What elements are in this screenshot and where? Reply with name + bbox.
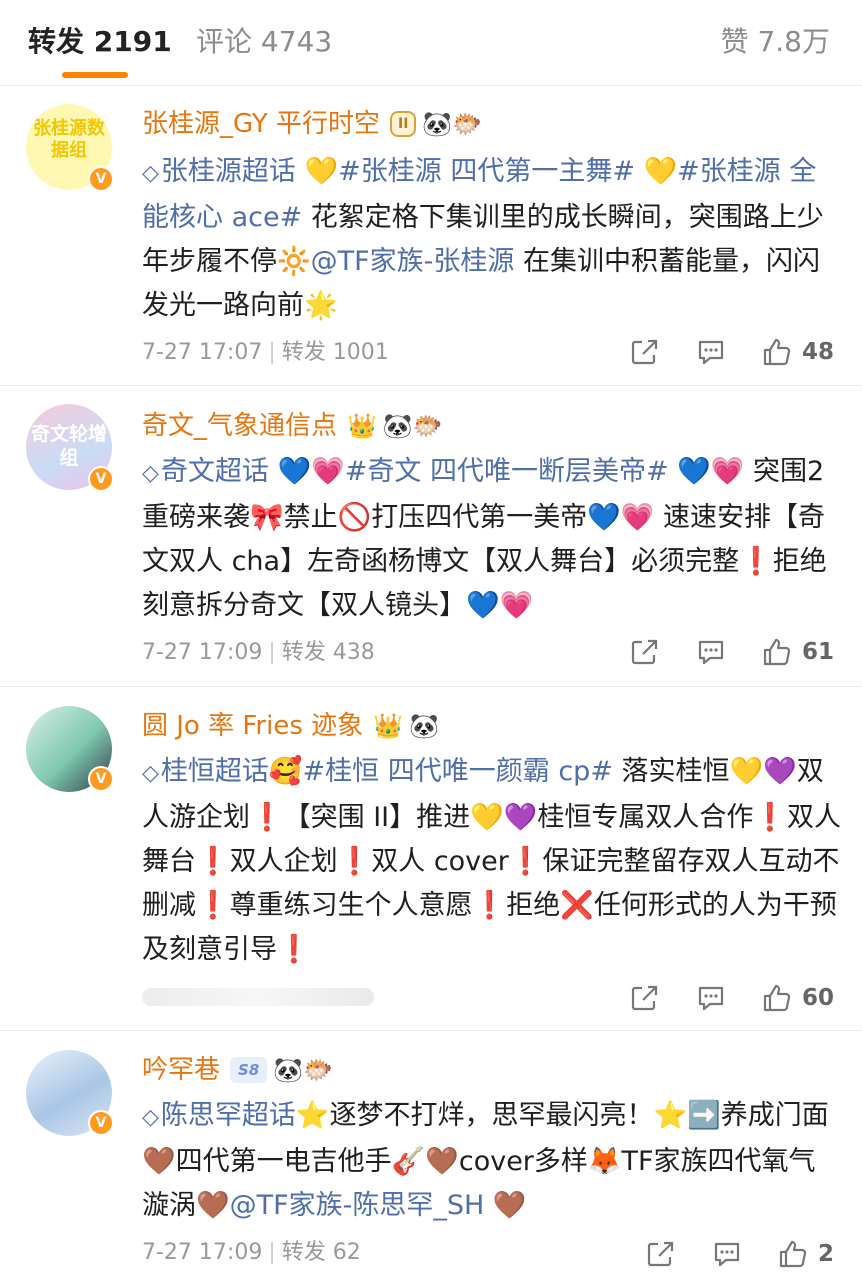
blurred-meta <box>142 988 374 1006</box>
like-button[interactable]: 48 <box>762 337 834 367</box>
active-tab-indicator <box>62 72 128 78</box>
comment-button[interactable] <box>696 638 726 666</box>
username-link[interactable]: 奇文_气象通信点 👑 🐼🐡 <box>142 408 443 444</box>
post-time: 7-27 17:09 <box>142 1240 263 1265</box>
post-actions: 61 <box>594 632 834 672</box>
post-text: 🥰 <box>268 756 303 787</box>
post-meta: 7-27 17:09 | 转发 62 <box>142 1240 361 1265</box>
share-icon <box>631 639 658 665</box>
post-time: 7-27 17:07 <box>142 340 263 365</box>
repost-count: 转发 438 <box>281 640 375 665</box>
username: 奇文_气象通信点 <box>142 411 338 441</box>
like-count: 48 <box>801 339 834 365</box>
share-button[interactable] <box>630 338 660 366</box>
supertopic-icon: ◇ <box>142 461 159 486</box>
repost-count: 转发 62 <box>281 1240 361 1265</box>
supertopic-link[interactable]: 奇文超话 <box>161 456 269 487</box>
repost-count: 转发 1001 <box>281 340 389 365</box>
post-meta: 7-27 17:07 | 转发 1001 <box>142 340 389 365</box>
tab-repost[interactable]: 转发 2191 <box>28 22 172 62</box>
like-count: 61 <box>801 639 834 665</box>
supertopic-link[interactable]: 张桂源超话 <box>161 156 296 187</box>
post-text: 落实桂恒💛💜双人游企划❗【突围 II】推进💛💜桂恒专属双人合作❗双人舞台❗双人企… <box>142 756 841 965</box>
share-button[interactable] <box>630 984 660 1012</box>
post-text: 💛 <box>295 156 339 187</box>
share-icon <box>631 985 658 1011</box>
like-count: 2 <box>817 1241 834 1267</box>
verified-icon: V <box>88 1110 114 1136</box>
level-badge-icon: S8 <box>230 1057 268 1083</box>
like-button[interactable]: 61 <box>762 637 834 667</box>
verified-icon: V <box>88 766 114 792</box>
post-text: 💛 <box>634 156 678 187</box>
post-content: ◇桂恒超话🥰#桂恒 四代唯一颜霸 cp# 落实桂恒💛💜双人游企划❗【突围 II】… <box>142 750 842 972</box>
mention-link[interactable]: @TF家族-陈思罕_SH <box>230 1190 485 1221</box>
verified-icon: V <box>88 466 114 492</box>
post-content: ◇陈思罕超话⭐逐梦不打烊，思罕最闪亮！⭐➡️养成门面🤎四代第一电吉他手🎸🤎cov… <box>142 1094 842 1228</box>
share-icon <box>631 339 658 365</box>
thumbs-up-icon <box>763 338 791 366</box>
like-button[interactable]: 60 <box>762 983 834 1013</box>
comment-button[interactable] <box>696 984 726 1012</box>
username-link[interactable]: 张桂源_GY 平行时空 II 🐼🐡 <box>142 106 482 142</box>
hashtag-link[interactable]: #桂恒 四代唯一颜霸 cp# <box>303 756 613 787</box>
fan-badge-icons: 🐼🐡 <box>382 412 443 440</box>
supertopic-link[interactable]: 陈思罕超话 <box>161 1100 296 1131</box>
post-text: 🤎 <box>484 1190 527 1221</box>
thumbs-up-icon <box>763 984 791 1012</box>
hashtag-link[interactable]: #张桂源 四代第一主舞# <box>338 156 635 187</box>
fan-badge-icons: 🐼🐡 <box>422 110 483 138</box>
comment-icon <box>698 986 724 1011</box>
comment-icon <box>698 640 724 665</box>
comment-icon <box>698 340 724 365</box>
share-icon <box>647 1241 674 1267</box>
post-text: 💙💗 <box>268 456 345 487</box>
like-count: 60 <box>801 985 834 1011</box>
supertopic-icon: ◇ <box>142 161 159 186</box>
tab-comments[interactable]: 评论 4743 <box>196 22 332 62</box>
comment-button[interactable] <box>712 1240 742 1268</box>
crown-badge-icon: II <box>390 111 417 137</box>
post-content: ◇奇文超话 💙💗#奇文 四代唯一断层美帝# 💙💗 突围2重磅来袭🎀禁止🚫打压四代… <box>142 450 842 628</box>
tab-likes[interactable]: 赞 7.8万 <box>721 22 830 62</box>
supertopic-icon: ◇ <box>142 761 159 786</box>
like-button[interactable]: 2 <box>778 1239 834 1269</box>
divider <box>0 686 862 687</box>
fan-badge-icons: 🐼 <box>409 712 439 740</box>
post-actions: 48 <box>594 332 834 372</box>
supertopic-link[interactable]: 桂恒超话 <box>161 756 269 787</box>
username-link[interactable]: 圆 Jo 率 Fries 迹象 👑 🐼 <box>142 708 439 744</box>
crown-badge-icon: 👑 <box>347 412 377 440</box>
fan-badge-icons: 🐼🐡 <box>273 1056 334 1084</box>
post-meta: 7-27 17:09 | 转发 438 <box>142 640 375 665</box>
post-content: ◇张桂源超话 💛#张桂源 四代第一主舞# 💛#张桂源 全能核心 ace# 花絮定… <box>142 150 842 328</box>
avatar-text: 奇文轮增组 <box>30 423 107 469</box>
share-button[interactable] <box>630 638 660 666</box>
username: 圆 Jo 率 Fries 迹象 <box>142 711 364 741</box>
tab-bar: 转发 2191 评论 4743 赞 7.8万 <box>0 0 862 86</box>
username: 吟罕巷 <box>142 1055 221 1085</box>
divider <box>0 1030 862 1031</box>
post-time: 7-27 17:09 <box>142 640 263 665</box>
thumbs-up-icon <box>763 638 791 666</box>
username: 张桂源_GY 平行时空 <box>142 109 380 139</box>
post-actions: 2 <box>610 1234 834 1274</box>
hashtag-link[interactable]: #奇文 四代唯一断层美帝# <box>345 456 669 487</box>
share-button[interactable] <box>646 1240 676 1268</box>
comment-icon <box>714 1242 740 1267</box>
username-link[interactable]: 吟罕巷 S8 🐼🐡 <box>142 1052 333 1088</box>
verified-icon: V <box>88 166 114 192</box>
post-actions: 60 <box>594 978 834 1018</box>
avatar-text: 张桂源数据组 <box>33 118 105 161</box>
crown-badge-icon: 👑 <box>373 712 404 740</box>
supertopic-icon: ◇ <box>142 1105 159 1130</box>
comment-button[interactable] <box>696 338 726 366</box>
divider <box>0 385 862 386</box>
mention-link[interactable]: @TF家族-张桂源 <box>311 246 515 277</box>
thumbs-up-icon <box>779 1240 807 1268</box>
